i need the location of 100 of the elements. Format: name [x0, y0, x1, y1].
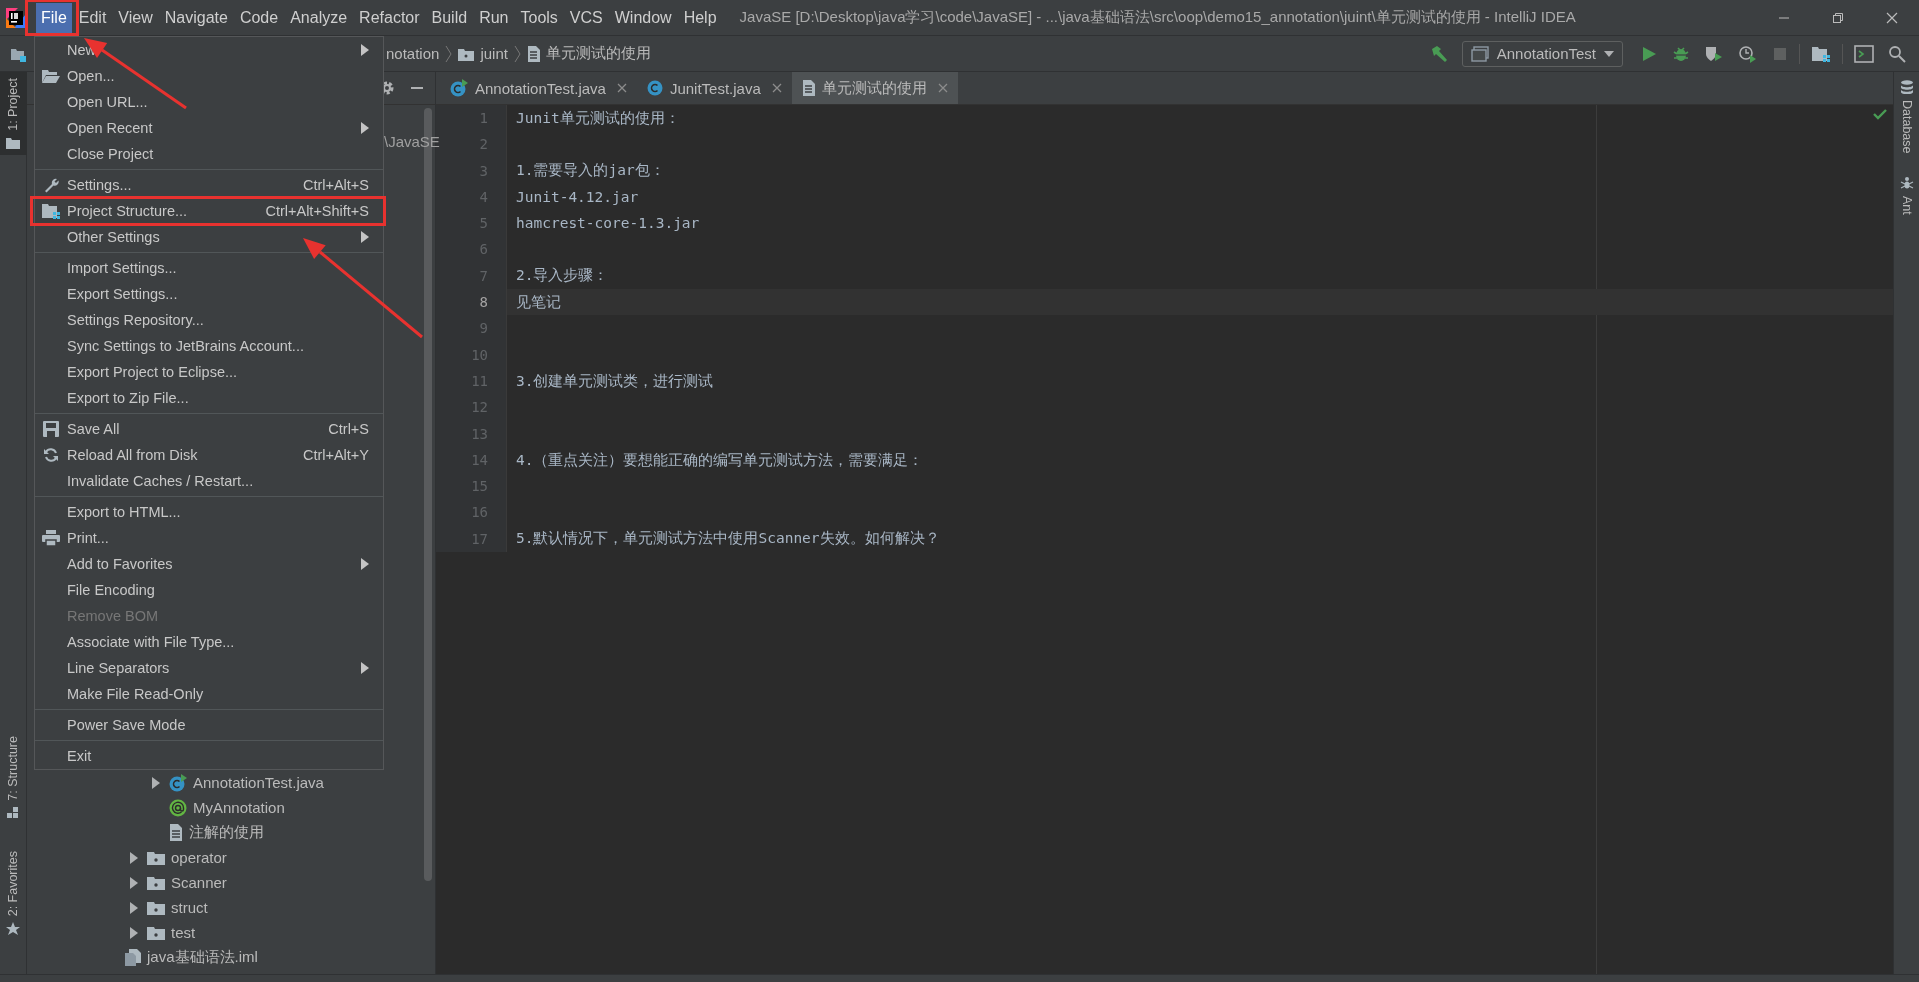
menu-bar-item[interactable]: View — [113, 2, 158, 33]
chevron-icon — [513, 44, 521, 63]
code-line: hamcrest-core-1.3.jar — [516, 215, 700, 232]
menu-item[interactable]: Open... — [35, 63, 383, 89]
menu-bar-item[interactable]: Navigate — [159, 2, 233, 33]
menu-bar-item[interactable]: Run — [474, 2, 514, 33]
menu-bar-item[interactable]: Code — [234, 2, 284, 33]
expand-arrow-icon[interactable] — [129, 851, 139, 864]
tool-window-tab[interactable]: 1: Project — [0, 72, 27, 155]
menu-item[interactable]: Export Project to Eclipse... — [35, 359, 383, 385]
printer-icon — [42, 530, 60, 546]
tool-window-tab[interactable]: Ant — [1899, 175, 1914, 215]
run-configuration-dropdown[interactable]: AnnotationTest — [1461, 40, 1623, 67]
document-icon — [526, 45, 540, 62]
expand-arrow-icon[interactable] — [151, 776, 161, 789]
menu-item[interactable]: Export to Zip File... — [35, 385, 383, 411]
chevron-icon — [445, 44, 453, 63]
menu-bar-item[interactable]: Help — [678, 2, 722, 33]
line-number: 8 — [436, 289, 507, 316]
close-icon[interactable] — [1886, 11, 1898, 24]
menu-item[interactable]: Power Save Mode — [35, 712, 383, 738]
expand-arrow-icon[interactable] — [129, 876, 139, 889]
project-structure-icon[interactable] — [1811, 44, 1831, 63]
tree-item[interactable]: test — [27, 920, 435, 945]
tree-item[interactable]: Scanner — [27, 870, 435, 895]
tool-window-tab[interactable]: 2: Favorites — [0, 844, 27, 942]
folder-icon — [147, 850, 165, 865]
editor-tab[interactable]: AnnotationTest.java — [440, 72, 637, 104]
search-icon[interactable] — [1888, 44, 1906, 63]
tree-item[interactable]: java基础语法.iml — [27, 945, 435, 970]
menu-item[interactable]: Settings... Ctrl+Alt+S — [35, 172, 383, 198]
menu-bar-item[interactable]: Edit — [73, 2, 112, 33]
menu-item[interactable]: Associate with File Type... — [35, 629, 383, 655]
menu-item[interactable]: File Encoding — [35, 577, 383, 603]
menu-item[interactable]: Project Structure... Ctrl+Alt+Shift+S — [35, 198, 383, 224]
tree-item[interactable]: operator — [27, 845, 435, 870]
menu-bar-item[interactable]: Tools — [515, 2, 563, 33]
menu-item[interactable]: Print... — [35, 525, 383, 551]
breadcrumb-item[interactable]: notation — [386, 45, 440, 62]
menu-bar-item[interactable]: File — [36, 2, 72, 33]
tree-item[interactable]: struct — [27, 895, 435, 920]
breadcrumb-item[interactable]: 单元测试的使用 — [526, 44, 651, 63]
menu-item[interactable]: Add to Favorites — [35, 551, 383, 577]
module-file-icon — [125, 949, 141, 966]
menu-item[interactable]: Sync Settings to JetBrains Account... — [35, 333, 383, 359]
annotation-icon — [169, 798, 187, 817]
tool-window-tab[interactable]: Database — [1899, 80, 1914, 154]
editor-tab[interactable]: 单元测试的使用 — [791, 72, 958, 104]
shortcut-label: Ctrl+S — [328, 421, 369, 437]
menu-bar-item[interactable]: Window — [609, 2, 677, 33]
code-line: 1.需要导入的jar包： — [516, 161, 665, 181]
menu-item[interactable]: Other Settings — [35, 224, 383, 250]
expand-arrow-icon[interactable] — [129, 926, 139, 939]
menu-item[interactable]: Make File Read-Only — [35, 681, 383, 707]
menu-item[interactable]: Reload All from Disk Ctrl+Alt+Y — [35, 442, 383, 468]
class-icon — [169, 773, 187, 792]
wrench-icon — [43, 177, 59, 193]
folder-icon — [147, 875, 165, 890]
menu-bar-item[interactable]: VCS — [564, 2, 608, 33]
code-line: 2.导入步骤： — [516, 266, 609, 286]
project-structure-icon — [41, 203, 61, 219]
menu-item[interactable]: Close Project — [35, 141, 383, 167]
terminal-window-icon[interactable] — [1854, 44, 1874, 63]
menu-item[interactable]: Save All Ctrl+S — [35, 416, 383, 442]
code-line: Junit-4.12.jar — [516, 189, 639, 206]
folder-icon — [147, 900, 165, 915]
clock-run-icon[interactable] — [1738, 44, 1758, 63]
menu-item[interactable]: Open Recent — [35, 115, 383, 141]
code-line: 见笔记 — [516, 292, 561, 312]
close-icon[interactable] — [616, 83, 627, 93]
menu-item[interactable]: Export to HTML... — [35, 499, 383, 525]
menu-item[interactable]: Import Settings... — [35, 255, 383, 281]
checkmark-icon — [1873, 109, 1887, 120]
document-icon — [169, 824, 183, 841]
caret-icon — [1604, 50, 1614, 57]
folder-icon — [147, 925, 165, 940]
window-icon — [1470, 45, 1489, 62]
breadcrumb-item[interactable]: juint — [458, 45, 508, 62]
restore-icon[interactable] — [1832, 11, 1844, 24]
shield-run-icon[interactable] — [1704, 44, 1724, 63]
menu-item[interactable]: Open URL... — [35, 89, 383, 115]
folder-icon — [6, 136, 20, 149]
tool-window-tab[interactable]: 7: Structure — [0, 730, 27, 825]
menu-item[interactable]: Export Settings... — [35, 281, 383, 307]
menu-item[interactable]: Settings Repository... — [35, 307, 383, 333]
close-icon[interactable] — [771, 83, 782, 93]
menu-bar-item[interactable]: Build — [426, 2, 473, 33]
expand-arrow-icon[interactable] — [129, 901, 139, 914]
shortcut-label: Ctrl+Alt+Y — [302, 447, 369, 463]
code-line: 5.默认情况下，单元测试方法中使用Scanner失效。如何解决？ — [516, 529, 940, 549]
menu-item[interactable]: Invalidate Caches / Restart... — [35, 468, 383, 494]
star-icon — [6, 922, 20, 936]
code-line: 4.（重点关注）要想能正确的编写单元测试方法，需要满足： — [516, 450, 924, 470]
editor-tab[interactable]: JunitTest.java — [636, 72, 792, 104]
menu-bar-item[interactable]: Analyze — [285, 2, 353, 33]
menu-bar-item[interactable]: Refactor — [354, 2, 425, 33]
menu-item[interactable]: Exit — [35, 743, 383, 769]
bug-icon[interactable] — [1672, 44, 1690, 63]
menu-item[interactable]: Line Separators — [35, 655, 383, 681]
run-icon[interactable] — [1640, 44, 1658, 63]
